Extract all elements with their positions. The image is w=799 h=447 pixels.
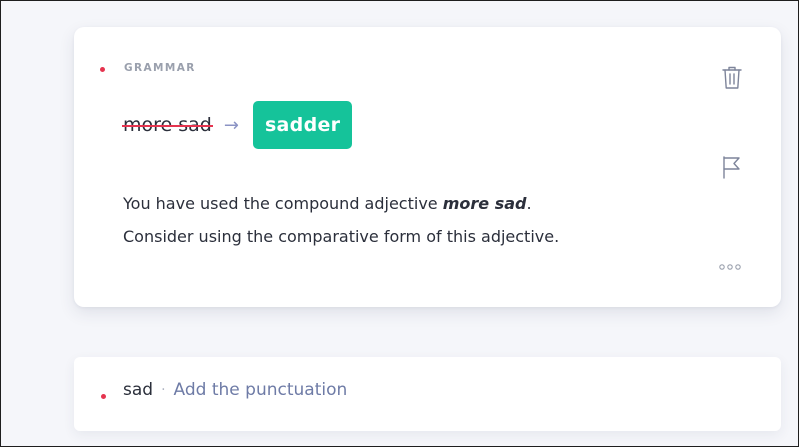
error-dot-icon	[101, 394, 106, 399]
more-options-icon[interactable]	[718, 256, 746, 270]
error-dot-icon	[100, 67, 105, 72]
collapsed-row: sad · Add the punctuation	[123, 380, 347, 400]
suggestion-card-expanded[interactable]: GRAMMAR more sad → sadder You have used …	[74, 27, 781, 307]
suggestion-hint: Add the punctuation	[173, 380, 348, 400]
suggestion-card-collapsed[interactable]: sad · Add the punctuation	[74, 357, 781, 431]
assistant-panel: GRAMMAR more sad → sadder You have used …	[0, 0, 799, 447]
flag-icon[interactable]	[721, 154, 743, 180]
explanation-line-2: Consider using the comparative form of t…	[123, 227, 560, 246]
trash-icon[interactable]	[720, 64, 744, 92]
emphasized-phrase: more sad	[442, 194, 527, 213]
suggestion-explanation: You have used the compound adjective mor…	[123, 187, 703, 253]
accept-replacement-button[interactable]: sadder	[252, 101, 353, 149]
separator: ·	[161, 382, 166, 398]
suggestion-row: more sad → sadder	[122, 100, 353, 150]
suggestion-category: GRAMMAR	[124, 62, 196, 74]
flagged-word: sad	[123, 380, 154, 400]
arrow-right-icon: →	[223, 114, 239, 136]
original-text: more sad	[122, 114, 213, 136]
explanation-line-1: You have used the compound adjective mor…	[123, 194, 532, 213]
